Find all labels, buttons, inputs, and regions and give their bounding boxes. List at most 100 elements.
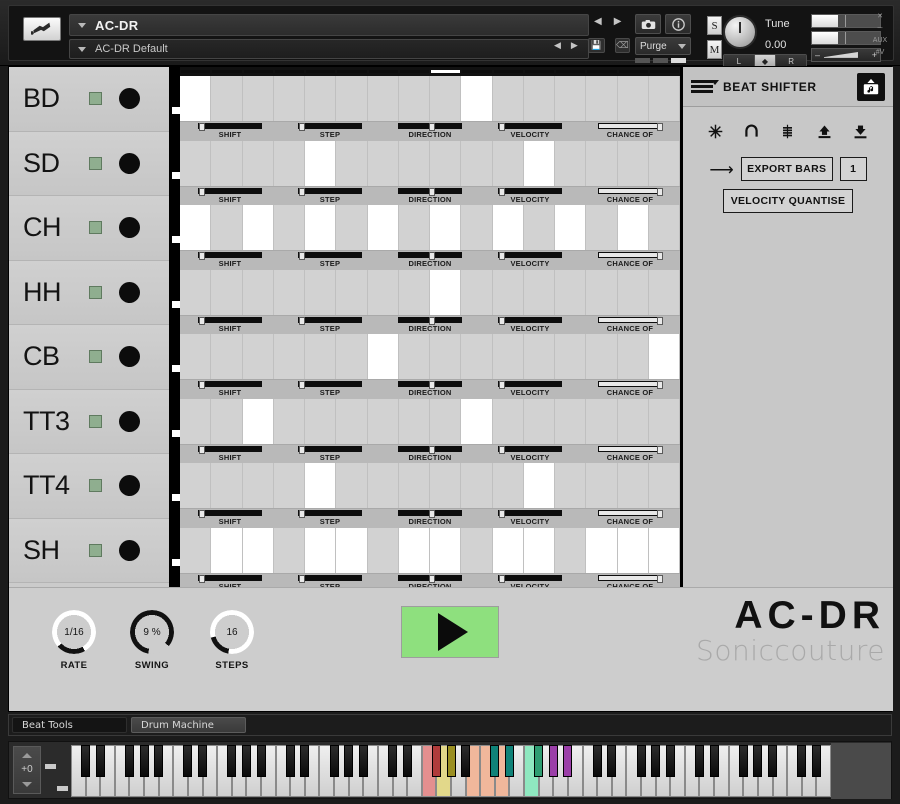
playhead-segment[interactable] (368, 70, 398, 73)
slider-handle[interactable] (299, 252, 305, 260)
velocity-slider[interactable] (498, 445, 562, 454)
step-cell[interactable] (555, 334, 587, 379)
step-cell[interactable] (493, 334, 524, 379)
step-cell[interactable] (336, 269, 368, 315)
step-cell[interactable] (461, 205, 493, 250)
step-cell[interactable] (336, 334, 368, 379)
playhead-segment[interactable] (431, 70, 461, 73)
black-key[interactable] (124, 745, 134, 777)
chevron-down-icon[interactable] (78, 22, 86, 28)
step-cell[interactable] (649, 398, 680, 444)
playhead-segment[interactable] (243, 70, 273, 73)
step-cell[interactable] (493, 76, 524, 121)
instrument-row-bd[interactable]: BD (9, 67, 169, 132)
slider-handle[interactable] (299, 574, 305, 583)
step-cell[interactable] (618, 463, 649, 508)
black-key[interactable] (344, 745, 354, 777)
instrument-trigger-dot[interactable] (119, 539, 140, 561)
step-slider[interactable] (298, 187, 362, 196)
triangle-down-icon[interactable] (22, 781, 32, 787)
knob-steps[interactable]: 16 STEPS (197, 610, 267, 671)
step-cell[interactable] (555, 463, 587, 508)
step-cell[interactable] (274, 140, 305, 186)
black-key[interactable] (198, 745, 208, 777)
black-key[interactable] (738, 745, 748, 777)
step-slider[interactable] (298, 316, 362, 325)
step-cell[interactable] (336, 527, 368, 573)
step-cell[interactable] (586, 76, 618, 121)
step-cell[interactable] (648, 334, 680, 379)
playhead-segment[interactable] (212, 70, 242, 73)
slider-handle[interactable] (499, 252, 505, 260)
velocity-quantise-button[interactable]: VELOCITY QUANTISE (723, 189, 853, 213)
shift-slider[interactable] (198, 187, 262, 196)
black-key[interactable] (154, 745, 164, 777)
chance-of-slider[interactable] (598, 252, 663, 260)
direction-slider[interactable] (398, 123, 462, 131)
black-key[interactable] (285, 745, 295, 777)
step-cell[interactable] (586, 205, 618, 250)
stack-slider-icon[interactable] (776, 119, 800, 143)
step-cell[interactable] (461, 140, 493, 186)
velocity-slider[interactable] (498, 187, 562, 196)
shift-slider[interactable] (198, 123, 262, 131)
slider-handle[interactable] (299, 123, 305, 131)
slider-handle[interactable] (657, 574, 663, 583)
black-key[interactable] (811, 745, 821, 777)
step-cell[interactable] (336, 398, 368, 444)
step-cell[interactable] (274, 334, 305, 379)
step-cell[interactable] (336, 205, 368, 250)
instrument-row-sd[interactable]: SD (9, 131, 169, 196)
slider-handle[interactable] (499, 316, 505, 325)
step-cell[interactable] (555, 527, 587, 573)
step-cell[interactable] (461, 76, 493, 121)
step-cell[interactable] (180, 140, 212, 186)
step-cell[interactable] (242, 398, 274, 444)
slider-handle[interactable] (429, 123, 435, 131)
step-cell[interactable] (305, 398, 337, 444)
step-cell[interactable] (586, 334, 618, 379)
velocity-slider[interactable] (498, 574, 562, 583)
preset-row[interactable]: AC-DR Default (69, 39, 589, 59)
step-cell[interactable] (211, 140, 243, 186)
direction-slider[interactable] (398, 445, 462, 454)
shift-slider[interactable] (198, 316, 262, 325)
step-cell[interactable] (493, 398, 524, 444)
slider-handle[interactable] (299, 187, 305, 196)
step-cell[interactable] (399, 334, 430, 379)
slider-handle[interactable] (429, 574, 435, 583)
chance-of-slider[interactable] (598, 445, 663, 454)
instrument-trigger-dot[interactable] (119, 217, 140, 239)
step-cell[interactable] (399, 269, 430, 315)
black-key[interactable] (768, 745, 778, 777)
download-arrow-icon[interactable] (849, 119, 873, 143)
instrument-row-hh[interactable]: HH (9, 260, 169, 325)
direction-slider[interactable] (398, 381, 462, 389)
step-cell[interactable] (618, 76, 649, 121)
preset-previous-arrow-icon[interactable]: ◀ (554, 40, 561, 51)
chance-of-slider[interactable] (598, 187, 663, 196)
black-key[interactable] (548, 745, 558, 777)
step-cell[interactable] (211, 76, 243, 121)
instrument-trigger-dot[interactable] (119, 152, 140, 174)
playhead-segment[interactable] (306, 70, 336, 73)
step-cell[interactable] (523, 140, 555, 186)
black-key[interactable] (329, 745, 339, 777)
black-key[interactable] (446, 745, 456, 777)
tab-beat-tools[interactable]: Beat Tools (12, 717, 127, 733)
step-cell[interactable] (492, 527, 524, 573)
info-icon[interactable] (665, 14, 691, 34)
step-cell[interactable] (461, 463, 493, 508)
instrument-enable-square[interactable] (89, 221, 102, 235)
slider-handle[interactable] (299, 510, 305, 518)
slider-handle[interactable] (657, 316, 663, 325)
step-cell[interactable] (399, 76, 430, 121)
slider-handle[interactable] (499, 510, 505, 518)
instrument-row-ch[interactable]: CH (9, 196, 169, 261)
slider-handle[interactable] (657, 381, 663, 389)
knob-dial[interactable]: 16 (210, 610, 254, 654)
step-cell[interactable] (399, 398, 430, 444)
minimize-icon[interactable]: ─ (869, 25, 891, 32)
step-cell[interactable] (180, 398, 212, 444)
step-cell[interactable] (180, 205, 212, 250)
